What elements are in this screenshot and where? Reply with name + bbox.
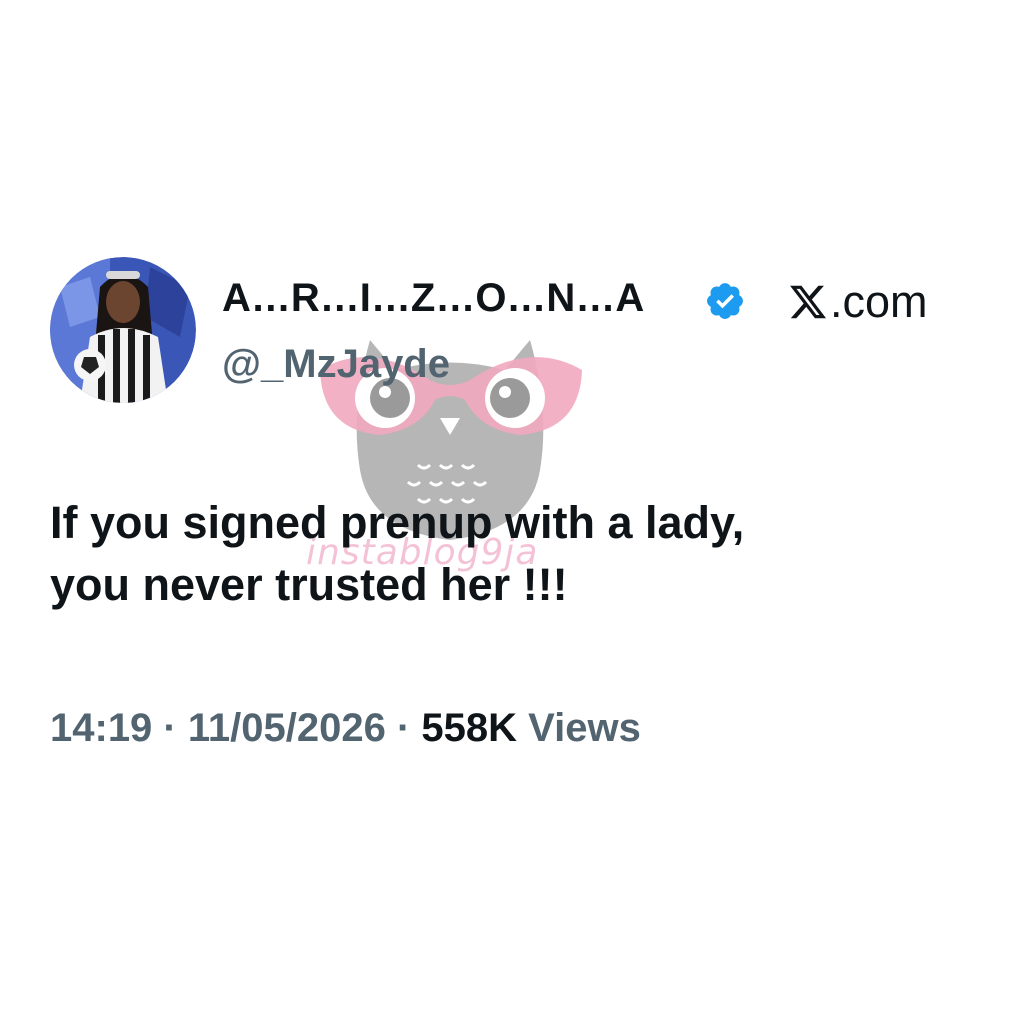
- tweet-text: If you signed prenup with a lady, you ne…: [50, 492, 950, 616]
- verified-badge-icon: [707, 283, 743, 319]
- user-handle[interactable]: @_MzJayde: [222, 342, 450, 387]
- meta-separator: ·: [152, 706, 188, 750]
- tweet-time[interactable]: 14:19: [50, 706, 152, 750]
- tweet-meta: 14:19 · 11/05/2026 · 558K Views: [50, 706, 641, 751]
- tweet-card: instablog9ja A…R…I…Z…O…N…A .com @_MzJayd…: [0, 0, 1024, 1024]
- views-label: Views: [517, 706, 641, 750]
- x-logo-icon: [790, 285, 827, 319]
- x-com-suffix: .com: [830, 276, 928, 327]
- tweet-date[interactable]: 11/05/2026: [188, 706, 386, 750]
- tweet-text-line: you never trusted her !!!: [50, 559, 568, 610]
- tweet-text-line: If you signed prenup with a lady,: [50, 497, 745, 548]
- avatar[interactable]: [50, 257, 196, 403]
- x-com-label: .com: [788, 276, 928, 328]
- meta-separator: ·: [385, 706, 422, 750]
- display-name[interactable]: A…R…I…Z…O…N…A: [222, 276, 644, 321]
- views-count[interactable]: 558K: [421, 706, 517, 750]
